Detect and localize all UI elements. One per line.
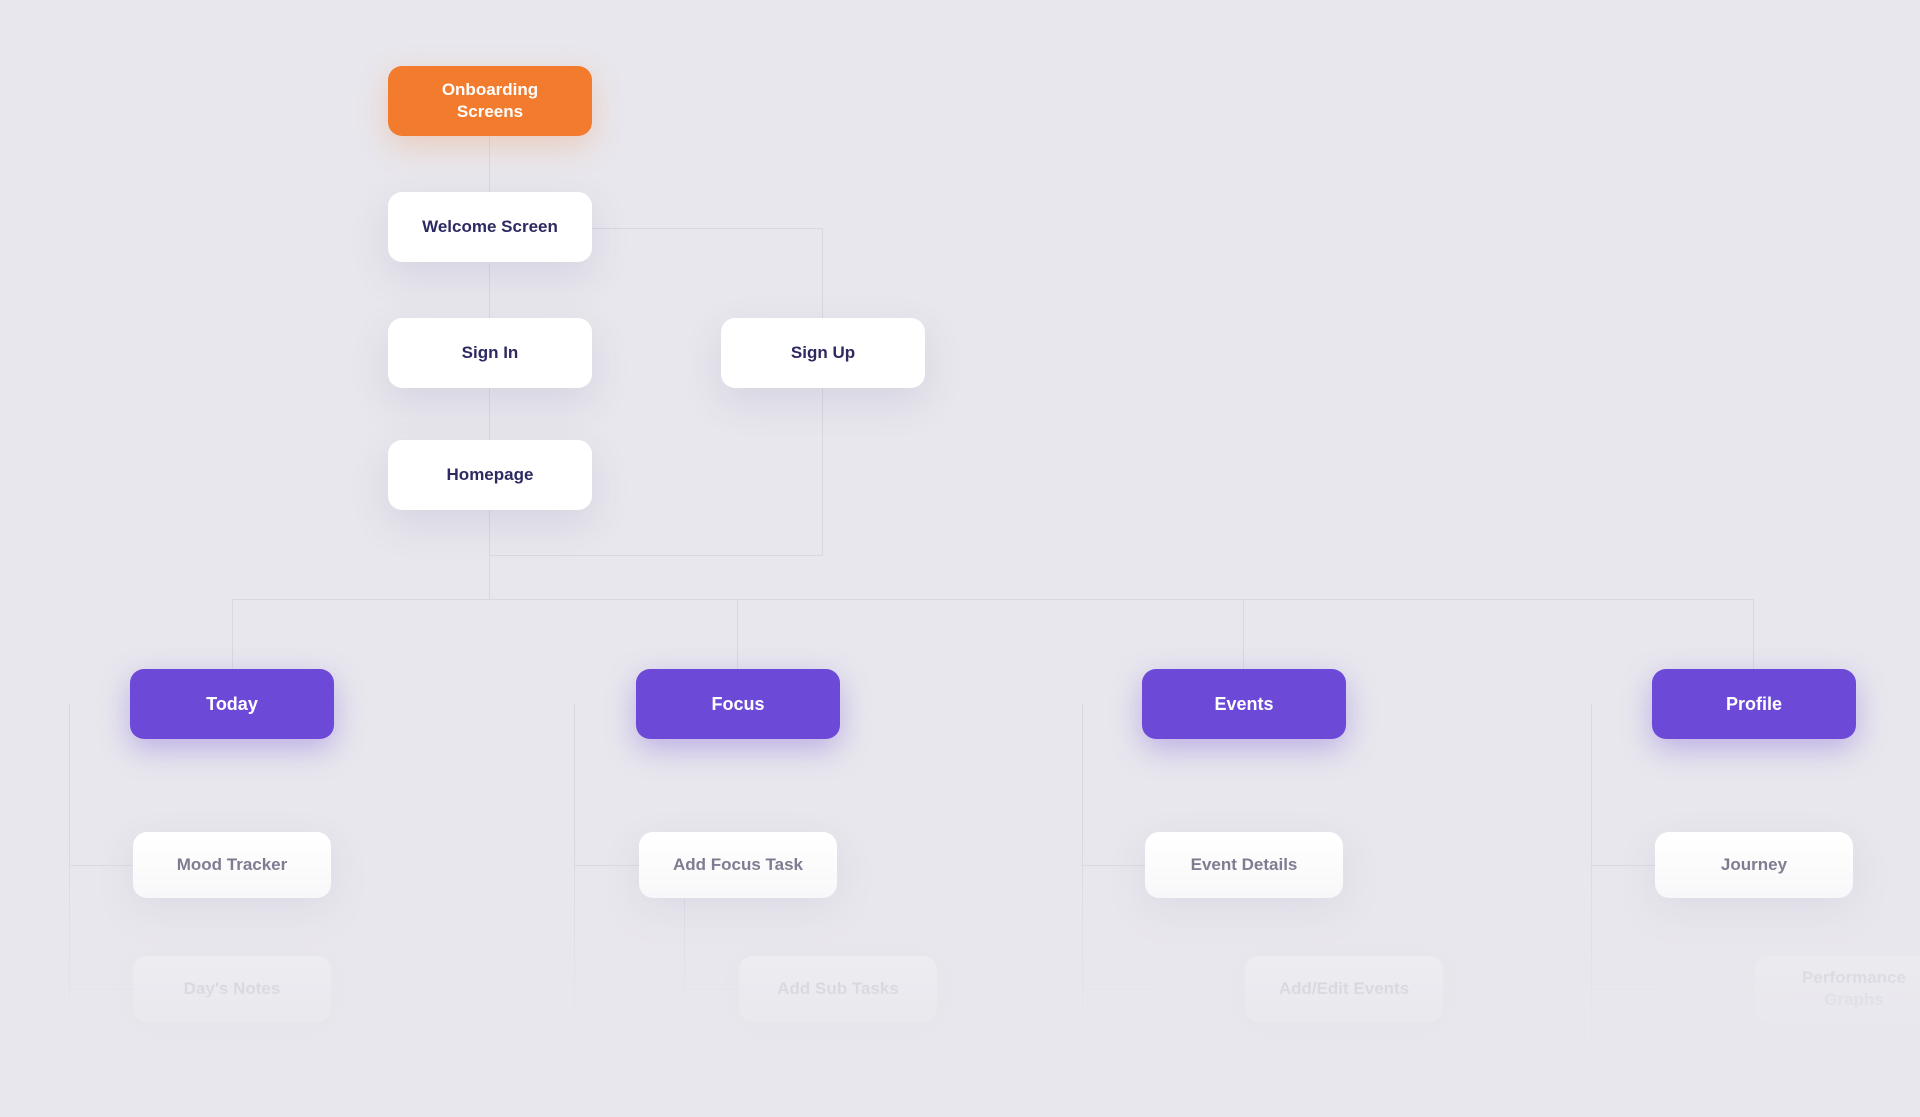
node-onboarding-screens[interactable]: Onboarding Screens: [388, 66, 592, 136]
connector: [822, 228, 823, 318]
node-journey[interactable]: Journey: [1655, 832, 1853, 898]
connector: [1243, 599, 1244, 669]
connector: [69, 865, 139, 866]
connector: [1082, 865, 1152, 866]
connector: [1753, 599, 1754, 669]
connector: [489, 264, 490, 318]
connector: [591, 228, 823, 229]
node-homepage[interactable]: Homepage: [388, 440, 592, 510]
node-event-details[interactable]: Event Details: [1145, 832, 1343, 898]
node-profile[interactable]: Profile: [1652, 669, 1856, 739]
connector: [69, 704, 70, 1044]
connector: [489, 388, 490, 440]
connector: [574, 704, 575, 1044]
node-sign-up[interactable]: Sign Up: [721, 318, 925, 388]
node-focus[interactable]: Focus: [636, 669, 840, 739]
node-add-focus-task[interactable]: Add Focus Task: [639, 832, 837, 898]
connector: [684, 899, 685, 989]
node-sign-in[interactable]: Sign In: [388, 318, 592, 388]
connector: [232, 599, 1754, 600]
connector: [489, 135, 490, 194]
flowchart-canvas[interactable]: Onboarding Screens Welcome Screen Sign I…: [0, 0, 1920, 1117]
node-welcome-screen[interactable]: Welcome Screen: [388, 192, 592, 262]
connector: [737, 599, 738, 669]
connector: [1591, 989, 1661, 990]
connector: [489, 555, 823, 556]
node-add-sub-tasks[interactable]: Add Sub Tasks: [739, 956, 937, 1022]
connector: [574, 865, 644, 866]
node-add-edit-events[interactable]: Add/Edit Events: [1245, 956, 1443, 1022]
node-today[interactable]: Today: [130, 669, 334, 739]
connector: [822, 388, 823, 555]
node-days-notes[interactable]: Day's Notes: [133, 956, 331, 1022]
node-events[interactable]: Events: [1142, 669, 1346, 739]
node-mood-tracker[interactable]: Mood Tracker: [133, 832, 331, 898]
connector: [69, 989, 139, 990]
connector: [1591, 704, 1592, 1044]
connector: [232, 599, 233, 669]
connector: [1082, 989, 1152, 990]
connector: [1591, 865, 1661, 866]
connector: [1082, 704, 1083, 1044]
node-performance-graphs[interactable]: Performance Graphs: [1755, 956, 1920, 1022]
